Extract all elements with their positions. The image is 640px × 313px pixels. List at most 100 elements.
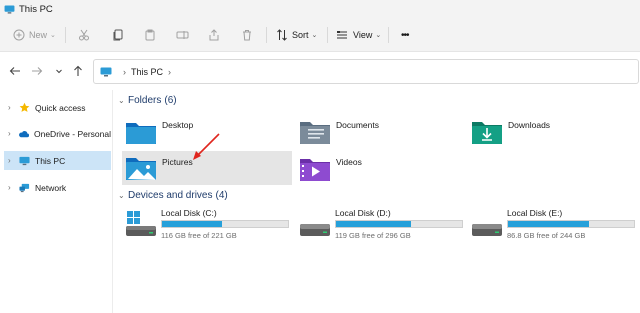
view-icon [337,31,347,39]
downloads-folder-icon [472,122,502,144]
share-icon [209,29,219,41]
hard-drive-icon [300,224,330,236]
storage-bar-fill [162,221,222,227]
sidebar-item-label: OneDrive - Personal [33,128,111,139]
delete-button[interactable] [241,25,253,45]
drive-name: Local Disk (D:) [335,208,391,218]
drive-free-space: 86.8 GB free of 244 GB [507,231,586,240]
arrow-right-icon [32,67,43,75]
star-icon [19,102,30,113]
trash-icon [243,30,251,41]
command-bar: New ⌄ Sort ⌄ View ⌄ ••• [0,18,640,52]
drive-name: Local Disk (E:) [507,208,563,218]
drive-e[interactable]: Local Disk (E:) 86.8 GB free of 244 GB [471,208,640,248]
scissors-icon [79,29,89,41]
chevron-right-icon[interactable]: › [8,129,15,138]
recent-locations-button[interactable] [52,64,66,78]
sidebar-item-label: Quick access [35,102,86,113]
sort-icon [277,29,287,41]
folder-name: Videos [336,157,362,167]
plus-circle-icon [13,29,25,41]
computer-icon [19,156,30,166]
drives-group-header[interactable]: ⌄ Devices and drives (4) [118,190,228,201]
drive-free-space: 119 GB free of 296 GB [335,231,411,240]
group-count: (4) [215,190,228,201]
drive-d[interactable]: Local Disk (D:) 119 GB free of 296 GB [299,208,471,248]
chevron-right-icon[interactable]: › [8,103,16,112]
chevron-right-icon[interactable]: › [8,156,16,165]
arrow-up-icon [74,65,82,76]
sidebar-item-quick-access[interactable]: › Quick access [4,98,111,117]
chevron-down-icon: ⌄ [375,32,382,39]
group-title: Folders [128,95,162,106]
documents-folder-icon [300,122,330,144]
computer-icon [4,4,15,14]
divider [388,27,389,43]
chevron-right-icon[interactable]: › [123,67,126,77]
copy-button[interactable] [112,25,124,45]
rename-button[interactable] [176,25,189,45]
group-count: (6) [164,95,177,106]
storage-bar [161,220,289,228]
new-label: New [29,30,48,40]
sidebar-item-network[interactable]: › Network [4,178,111,197]
cut-button[interactable] [78,25,90,45]
copy-icon [113,29,123,41]
sidebar-item-this-pc[interactable]: › This PC [4,151,111,170]
cloud-icon [18,129,29,139]
group-title: Devices and drives [128,190,213,201]
arrow-left-icon [9,67,20,75]
divider [266,27,267,43]
folder-documents[interactable]: Documents [298,114,468,150]
storage-bar-fill [508,221,590,227]
window-title: This PC [19,3,53,15]
folder-name: Desktop [162,120,194,130]
divider [327,27,328,43]
new-button[interactable]: New ⌄ [13,25,56,45]
breadcrumb-this-pc[interactable]: This PC [131,67,163,77]
paste-button[interactable] [144,25,156,45]
folder-name: Documents [336,120,379,130]
sidebar-item-label: Network [35,182,67,193]
desktop-folder-icon [126,123,156,144]
hard-drive-icon [472,224,502,236]
forward-button[interactable] [30,64,44,78]
sidebar-item-label: This PC [35,155,66,166]
chevron-down-icon[interactable]: ⌄ [118,191,128,200]
folder-videos[interactable]: Videos [298,151,468,187]
folders-group-header[interactable]: ⌄ Folders (6) [118,95,177,106]
share-button[interactable] [208,25,220,45]
chevron-right-icon[interactable]: › [168,67,171,77]
divider [65,27,66,43]
storage-bar [335,220,463,228]
title-bar: This PC [0,0,640,18]
folder-downloads[interactable]: Downloads [470,114,630,150]
network-icon [19,183,30,193]
storage-bar [507,220,635,228]
sort-button[interactable]: Sort ⌄ [276,25,317,45]
folder-name: Pictures [162,157,193,167]
view-label: View [353,30,373,40]
drive-free-space: 116 GB free of 221 GB [161,231,237,240]
chevron-right-icon[interactable]: › [8,183,16,192]
pictures-folder-icon [126,158,156,180]
sidebar-item-onedrive[interactable]: › OneDrive - Personal [4,124,111,143]
chevron-down-icon [56,69,62,74]
drive-c[interactable]: Local Disk (C:) 116 GB free of 221 GB [125,208,297,248]
up-button[interactable] [71,64,85,78]
storage-bar-fill [336,221,412,227]
rename-icon [176,31,189,39]
windows-drive-icon [126,211,156,236]
chevron-down-icon: ⌄ [311,32,318,39]
more-options-button[interactable]: ••• [401,25,409,45]
chevron-down-icon[interactable]: ⌄ [118,96,128,105]
view-button[interactable]: View ⌄ [336,25,381,45]
folder-desktop[interactable]: Desktop [124,114,294,150]
back-button[interactable] [8,64,22,78]
folder-pictures[interactable]: Pictures [122,151,292,185]
folder-name: Downloads [508,120,551,130]
address-bar[interactable]: › This PC › [93,59,639,84]
navigation-pane: › Quick access › OneDrive - Personal › T… [0,90,113,313]
content-pane: ⌄ Folders (6) Desktop Documents Download… [114,90,640,313]
chevron-down-icon: ⌄ [50,32,56,39]
